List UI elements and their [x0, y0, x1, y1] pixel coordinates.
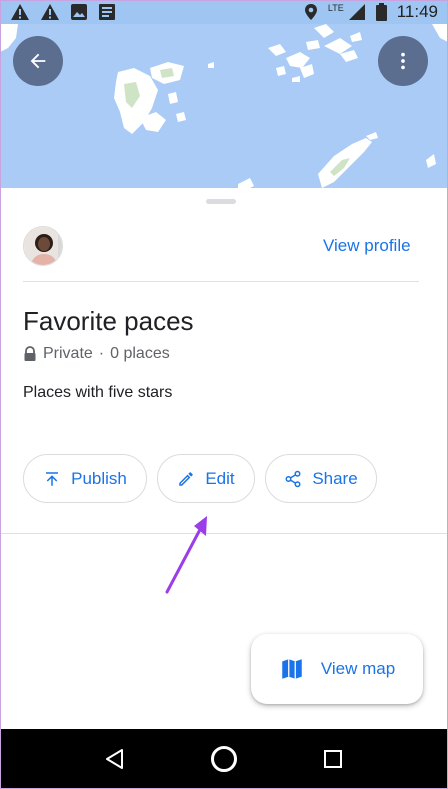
view-map-label: View map	[320, 659, 396, 678]
publish-button[interactable]: Publish	[23, 454, 147, 503]
warning-icon	[11, 4, 29, 20]
arrow-back-icon	[30, 53, 46, 69]
view-map-button[interactable]: View map	[251, 634, 423, 704]
warning-icon	[41, 4, 59, 20]
avatar[interactable]	[23, 226, 63, 266]
square-recents-icon	[324, 750, 343, 768]
publish-label: Publish	[71, 468, 127, 488]
status-right: LTE 11:49	[304, 2, 438, 22]
status-left	[10, 3, 116, 21]
edit-button[interactable]: Edit	[157, 454, 255, 503]
list-title: Favorite paces	[23, 306, 194, 336]
privacy-label: Private	[43, 345, 93, 362]
nav-home-button[interactable]	[199, 734, 249, 784]
map-view[interactable]	[0, 24, 448, 190]
triangle-back-icon	[105, 749, 123, 769]
avatar-image	[24, 227, 62, 265]
share-label: Share	[312, 468, 358, 488]
back-button[interactable]	[13, 36, 63, 86]
signal-icon	[348, 4, 365, 20]
share-icon	[285, 470, 301, 487]
list-meta: Private · 0 places	[23, 345, 170, 363]
view-profile-link[interactable]: View profile	[323, 236, 411, 256]
edit-label: Edit	[205, 468, 235, 488]
map-icon	[282, 659, 302, 679]
battery-icon	[375, 3, 387, 21]
lock-icon	[24, 346, 36, 361]
image-icon	[71, 4, 87, 20]
list-description: Places with five stars	[23, 384, 173, 401]
circle-home-icon	[210, 746, 237, 772]
status-bar: LTE 11:49	[0, 0, 448, 24]
divider	[0, 533, 448, 534]
more-options-button[interactable]	[378, 36, 428, 86]
meta-separator: ·	[98, 345, 105, 362]
publish-icon	[46, 471, 59, 486]
status-time: 11:49	[396, 2, 438, 21]
network-type: LTE	[327, 3, 344, 13]
nav-recents-button[interactable]	[308, 734, 358, 784]
place-count: 0 places	[110, 345, 170, 362]
annotation-arrow	[165, 516, 207, 594]
more-vert-icon	[401, 52, 405, 70]
divider	[23, 281, 419, 282]
edit-icon	[179, 471, 194, 486]
navigation-bar	[0, 729, 448, 789]
share-button[interactable]: Share	[265, 454, 377, 503]
nav-back-button[interactable]	[90, 734, 140, 784]
news-icon	[99, 4, 115, 20]
drag-handle[interactable]	[206, 199, 236, 204]
location-icon	[304, 4, 317, 20]
